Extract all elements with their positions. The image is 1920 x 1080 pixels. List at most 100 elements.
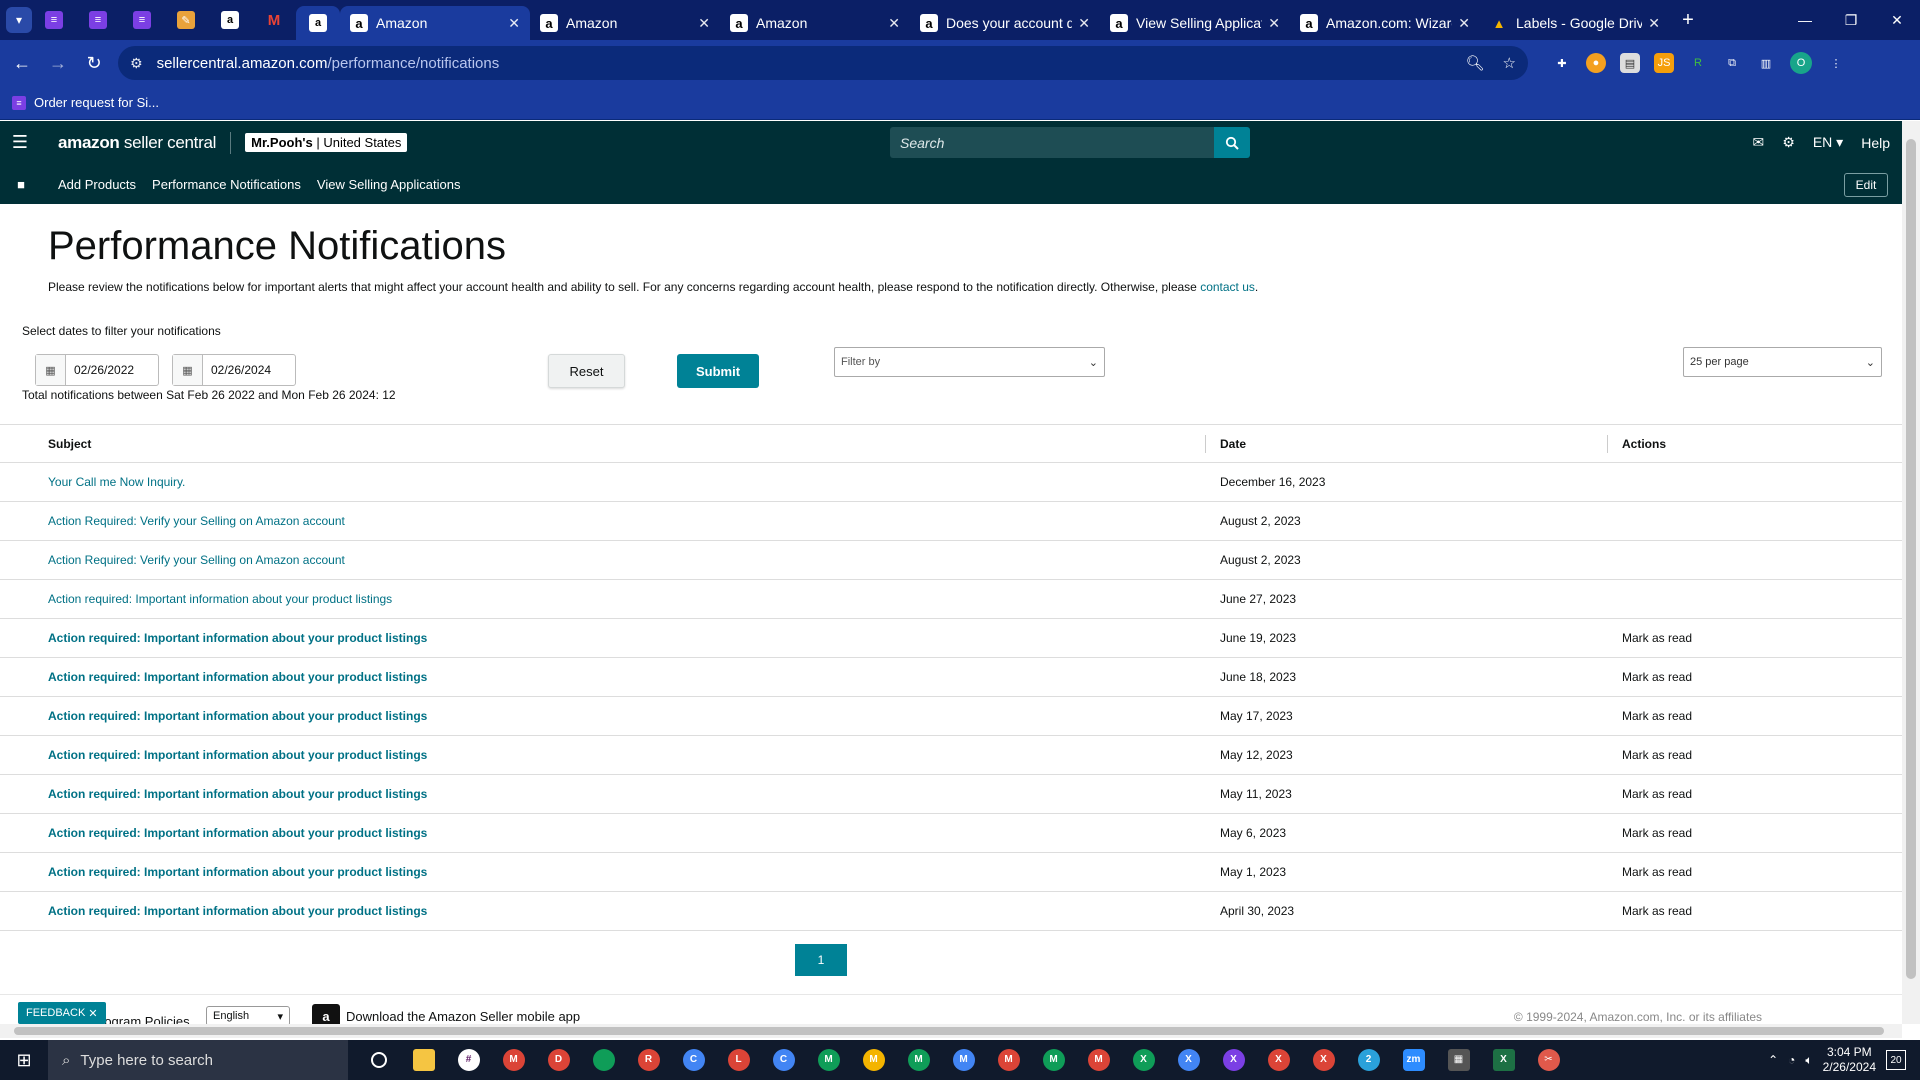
extension-icon[interactable]: ● [1586, 53, 1606, 73]
notification-center-icon[interactable]: 20 [1886, 1050, 1906, 1070]
bookmark-item[interactable]: Order request for Si... [34, 95, 159, 110]
submit-button[interactable]: Submit [677, 354, 759, 388]
new-tab-button[interactable]: + [1670, 9, 1706, 32]
start-date-picker[interactable]: ▦ 02/26/2022 [35, 354, 159, 386]
contact-us-link[interactable]: contact us [1200, 280, 1255, 294]
feedback-button[interactable]: FEEDBACK ✕ [18, 1002, 106, 1024]
pinned-tab[interactable]: ≡ [32, 0, 76, 40]
restore-icon[interactable]: ❐ [1828, 0, 1874, 40]
pagination-page-1[interactable]: 1 [795, 944, 847, 976]
more-menu-icon[interactable]: ⋮ [1826, 53, 1846, 73]
mark-as-read-link[interactable]: Mark as read [1607, 891, 1902, 931]
program-policies-link[interactable]: rogram Policies [100, 1014, 190, 1024]
browser-tab[interactable]: a View Selling Applicatio ✕ [1100, 6, 1290, 40]
notification-link[interactable]: Action required: Important information a… [48, 826, 427, 840]
chrome-icon[interactable]: M [491, 1040, 536, 1080]
chrome-icon[interactable]: X [1211, 1040, 1256, 1080]
chrome-icon[interactable]: M [941, 1040, 986, 1080]
mail-icon[interactable]: ✉ [1753, 134, 1765, 151]
close-tab-icon[interactable]: ✕ [1268, 15, 1280, 32]
reset-button[interactable]: Reset [548, 354, 625, 388]
start-date-value[interactable]: 02/26/2022 [66, 355, 158, 385]
chrome-icon[interactable]: X [1301, 1040, 1346, 1080]
bookmark-star-icon[interactable]: ☆ [1503, 54, 1516, 72]
pinned-tab[interactable]: M [252, 0, 296, 40]
mark-as-read-link[interactable]: Mark as read [1607, 618, 1902, 658]
horizontal-scrollbar[interactable] [0, 1024, 1902, 1038]
close-icon[interactable]: ✕ [88, 1007, 97, 1020]
mark-as-read-link[interactable]: Mark as read [1607, 696, 1902, 736]
chrome-icon[interactable]: M [806, 1040, 851, 1080]
chrome-icon[interactable]: C [761, 1040, 806, 1080]
chrome-icon[interactable]: X [1256, 1040, 1301, 1080]
filter-by-select[interactable]: Filter by ⌄ [834, 347, 1105, 377]
notification-link[interactable]: Action Required: Verify your Selling on … [48, 514, 345, 528]
search-input[interactable] [890, 127, 1214, 158]
language-selector[interactable]: EN ▾ [1813, 134, 1843, 151]
pinned-tab[interactable]: ≡ [76, 0, 120, 40]
zoom-app-icon[interactable]: zm [1391, 1040, 1436, 1080]
calculator-icon[interactable]: ▦ [1436, 1040, 1481, 1080]
clock[interactable]: 3:04 PM 2/26/2024 [1823, 1045, 1876, 1075]
puzzle-icon[interactable]: ⧉ [1722, 53, 1742, 73]
minimize-icon[interactable]: — [1782, 0, 1828, 40]
file-explorer-icon[interactable] [401, 1040, 446, 1080]
chrome-icon[interactable]: X [1121, 1040, 1166, 1080]
chrome-icon[interactable] [581, 1040, 626, 1080]
notification-link[interactable]: Action Required: Verify your Selling on … [48, 553, 345, 567]
notification-link[interactable]: Action required: Important information a… [48, 904, 427, 918]
chrome-icon[interactable]: M [1076, 1040, 1121, 1080]
browser-tab[interactable]: a Amazon ✕ [530, 6, 720, 40]
chrome-icon[interactable]: D [536, 1040, 581, 1080]
close-tab-icon[interactable]: ✕ [1078, 15, 1090, 32]
zoom-icon[interactable]: 🔍︎ [1466, 54, 1485, 72]
seller-central-logo[interactable]: amazon seller central [58, 133, 216, 153]
mark-as-read-link[interactable]: Mark as read [1607, 774, 1902, 814]
chrome-icon[interactable]: L [716, 1040, 761, 1080]
notification-link[interactable]: Your Call me Now Inquiry. [48, 475, 185, 489]
chrome-icon[interactable]: X [1166, 1040, 1211, 1080]
calendar-icon[interactable]: ▦ [36, 355, 66, 385]
close-tab-icon[interactable]: ✕ [1458, 15, 1470, 32]
slack-icon[interactable]: # [446, 1040, 491, 1080]
notification-link[interactable]: Action required: Important information a… [48, 592, 392, 606]
browser-tab[interactable]: ▲ Labels - Google Drive ✕ [1480, 6, 1670, 40]
end-date-picker[interactable]: ▦ 02/26/2024 [172, 354, 296, 386]
profile-avatar[interactable]: O [1790, 52, 1812, 74]
browser-tab[interactable]: a Does your account qu ✕ [910, 6, 1100, 40]
notification-link[interactable]: Action required: Important information a… [48, 631, 427, 645]
chrome-icon[interactable]: M [851, 1040, 896, 1080]
per-page-select[interactable]: 25 per page ⌄ [1683, 347, 1882, 377]
task-view-icon[interactable] [356, 1040, 401, 1080]
chrome-icon[interactable]: M [896, 1040, 941, 1080]
hamburger-menu-icon[interactable]: ☰ [0, 132, 40, 153]
notification-link[interactable]: Action required: Important information a… [48, 787, 427, 801]
nav-add-products[interactable]: Add Products [58, 177, 136, 192]
mark-as-read-link[interactable]: Mark as read [1607, 813, 1902, 853]
reload-button[interactable]: ↻ [76, 45, 112, 81]
pinned-tab[interactable]: a [208, 0, 252, 40]
chrome-icon[interactable]: M [986, 1040, 1031, 1080]
tray-icon[interactable]: ⌃ [1768, 1053, 1778, 1067]
extension-icon[interactable]: R [1688, 53, 1708, 73]
language-select[interactable]: English ▾ [206, 1006, 290, 1024]
search-button[interactable] [1214, 127, 1250, 158]
close-tab-icon[interactable]: ✕ [508, 15, 520, 32]
scroll-thumb[interactable] [14, 1027, 1884, 1035]
pinned-tab[interactable]: ✎ [164, 0, 208, 40]
pinned-tab[interactable]: ≡ [120, 0, 164, 40]
taskbar-search[interactable]: ⌕ Type here to search [48, 1040, 348, 1080]
close-tab-icon[interactable]: ✕ [1648, 15, 1660, 32]
tab-search-button[interactable]: ▾ [6, 7, 32, 33]
close-tab-icon[interactable]: ✕ [698, 15, 710, 32]
wifi-icon[interactable]: ◔ [1788, 1053, 1795, 1067]
mobile-app-link[interactable]: a Download the Amazon Seller mobile app [312, 1004, 580, 1024]
notification-link[interactable]: Action required: Important information a… [48, 748, 427, 762]
scroll-thumb[interactable] [1906, 139, 1916, 979]
calendar-icon[interactable]: ▦ [173, 355, 203, 385]
notification-link[interactable]: Action required: Important information a… [48, 709, 427, 723]
chrome-icon[interactable]: C [671, 1040, 716, 1080]
gear-icon[interactable]: ⚙ [1782, 134, 1795, 151]
close-window-icon[interactable]: ✕ [1874, 0, 1920, 40]
volume-icon[interactable]: 🔈︎ [1805, 1053, 1812, 1068]
